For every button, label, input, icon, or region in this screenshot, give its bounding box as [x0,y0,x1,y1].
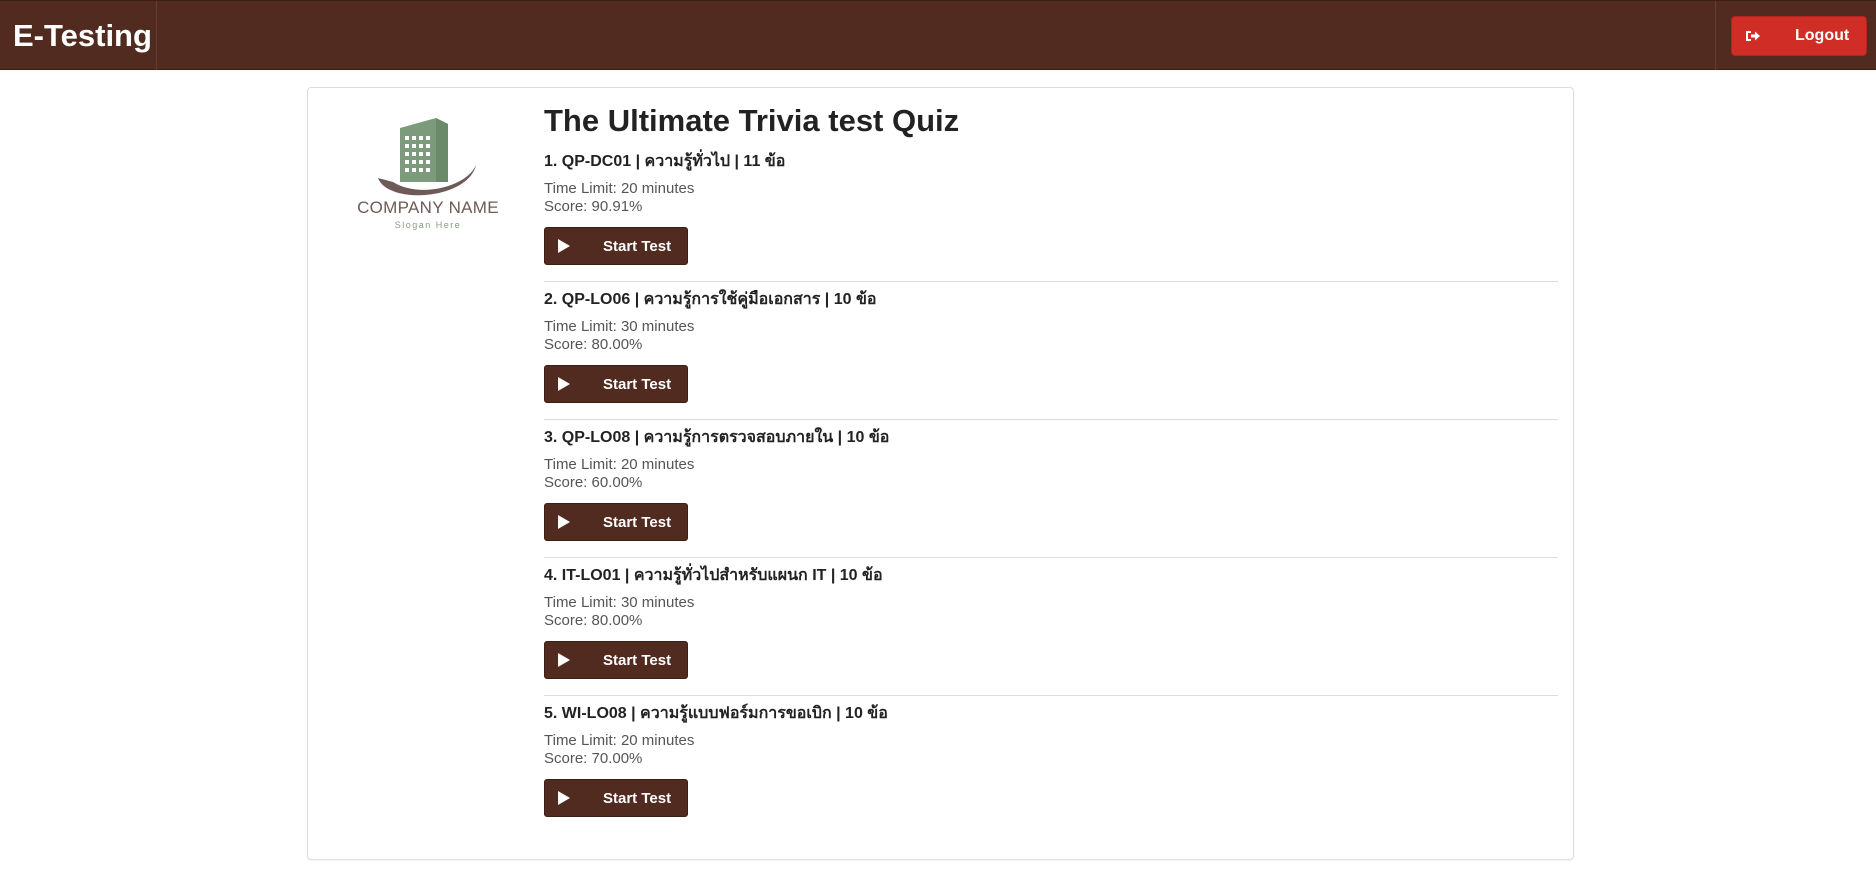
quiz-item: 3. QP-LO08 | ความรู้การตรวจสอบภายใน | 10… [544,419,1558,541]
company-slogan: Slogan Here [394,220,462,230]
start-test-button[interactable]: Start Test [544,779,688,817]
start-test-button[interactable]: Start Test [544,365,688,403]
start-test-label: Start Test [603,375,672,393]
start-test-label: Start Test [603,237,672,255]
quiz-time-limit: Time Limit: 20 minutes [544,456,695,473]
quiz-item: 1. QP-DC01 | ความรู้ทั่วไป | 11 ข้อ Time… [544,144,1558,265]
start-test-label: Start Test [603,513,672,531]
quiz-time-limit: Time Limit: 20 minutes [544,732,695,749]
quiz-time-limit: Time Limit: 20 minutes [544,180,695,197]
app-brand[interactable]: E-Testing [0,1,157,70]
quiz-panel: COMPANY NAME Slogan Here The Ultimate Tr… [307,87,1574,860]
logout-button[interactable]: Logout [1731,16,1867,56]
start-test-button[interactable]: Start Test [544,503,688,541]
play-icon [558,377,570,391]
play-icon [558,515,570,529]
play-icon [558,791,570,805]
quiz-item: 4. IT-LO01 | ความรู้ทั่วไปสำหรับแผนก IT … [544,557,1558,679]
page-title: The Ultimate Trivia test Quiz [544,103,960,138]
quiz-item-title: 2. QP-LO06 | ความรู้การใช้คู่มือเอกสาร |… [544,291,877,308]
quiz-score: Score: 80.00% [544,612,643,629]
sign-out-icon [1746,31,1760,41]
play-icon [558,239,570,253]
quiz-score: Score: 90.91% [544,198,643,215]
navbar-divider [1715,1,1716,70]
quiz-item: 5. WI-LO08 | ความรู้แบบฟอร์มการขอเบิก | … [544,695,1558,817]
start-test-button[interactable]: Start Test [544,641,688,679]
play-icon [558,653,570,667]
quiz-time-limit: Time Limit: 30 minutes [544,594,695,611]
company-logo: COMPANY NAME Slogan Here [348,110,508,240]
quiz-item-title: 4. IT-LO01 | ความรู้ทั่วไปสำหรับแผนก IT … [544,567,883,584]
start-test-label: Start Test [603,651,672,669]
logout-label: Logout [1795,27,1850,44]
start-test-button[interactable]: Start Test [544,227,688,265]
quiz-item-title: 1. QP-DC01 | ความรู้ทั่วไป | 11 ข้อ [544,153,786,170]
quiz-item-title: 3. QP-LO08 | ความรู้การตรวจสอบภายใน | 10… [544,429,890,446]
quiz-item-title: 5. WI-LO08 | ความรู้แบบฟอร์มการขอเบิก | … [544,705,888,722]
building-logo-icon [378,118,476,196]
quiz-time-limit: Time Limit: 30 minutes [544,318,695,335]
quiz-score: Score: 70.00% [544,750,643,767]
start-test-label: Start Test [603,789,672,807]
company-name: COMPANY NAME [357,198,499,217]
quiz-content: The Ultimate Trivia test Quiz 1. QP-DC01… [544,98,1558,833]
quiz-item: 2. QP-LO06 | ความรู้การใช้คู่มือเอกสาร |… [544,281,1558,403]
quiz-score: Score: 60.00% [544,474,643,491]
quiz-score: Score: 80.00% [544,336,643,353]
top-navbar: E-Testing Logout [0,0,1876,70]
